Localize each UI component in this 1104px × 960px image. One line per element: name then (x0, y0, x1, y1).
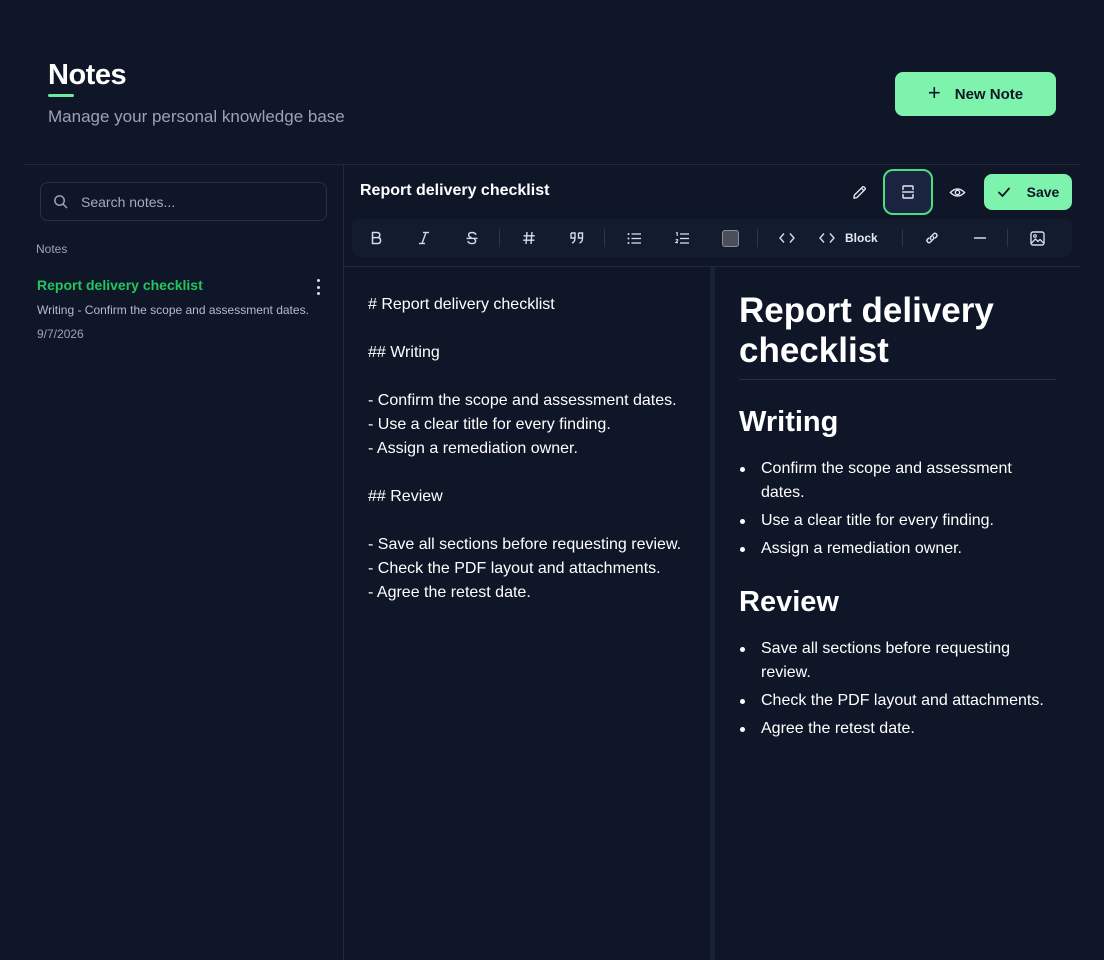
quote-button[interactable] (561, 223, 593, 253)
eye-icon (948, 187, 966, 197)
checkbox-icon (721, 229, 739, 247)
more-options-icon[interactable] (312, 279, 324, 295)
preview-list-item: Agree the retest date. (739, 717, 1059, 741)
note-editor: Report delivery checklist Save Block # R… (344, 165, 1080, 960)
inline-code-icon (779, 233, 795, 243)
page-subtitle: Manage your personal knowledge base (48, 107, 345, 126)
image-button[interactable] (1021, 223, 1053, 253)
toolbar-separator (757, 229, 758, 247)
code-block-icon (819, 233, 835, 243)
preview-list-item: Save all sections before requesting revi… (739, 637, 1059, 685)
horizontal-rule-icon (974, 237, 986, 239)
notes-sidebar: Notes Report delivery checklist Writing … (24, 165, 344, 960)
formatting-toolbar: Block (352, 219, 1072, 257)
bold-icon (371, 231, 382, 245)
notes-section-label: Notes (36, 242, 68, 256)
heading-button[interactable] (513, 223, 545, 253)
link-button[interactable] (916, 223, 948, 253)
preview-list-item: Assign a remediation owner. (739, 537, 1059, 561)
note-list-item[interactable]: Report delivery checklist Writing - Conf… (24, 269, 343, 349)
code-block-button[interactable]: Block (819, 223, 891, 253)
save-label: Save (1026, 184, 1060, 200)
save-button[interactable]: Save (984, 174, 1072, 210)
preview-list-item: Confirm the scope and assessment dates. (739, 457, 1059, 505)
split-view-button[interactable] (883, 169, 933, 215)
toolbar-separator (604, 229, 605, 247)
numbered-list-button[interactable] (666, 223, 698, 253)
plus-icon: + (927, 80, 941, 105)
strikethrough-button[interactable] (456, 223, 488, 253)
markdown-source-pane[interactable]: # Report delivery checklist ## Writing -… (344, 267, 710, 960)
check-icon (997, 187, 1010, 197)
search-box[interactable] (40, 182, 327, 221)
preview-list: Save all sections before requesting revi… (739, 637, 1059, 745)
preview-list: Confirm the scope and assessment dates. … (739, 457, 1059, 565)
split-view-icon (902, 185, 914, 199)
bold-button[interactable] (360, 223, 392, 253)
note-snippet: Writing - Confirm the scope and assessme… (37, 303, 309, 317)
markdown-source-text[interactable]: # Report delivery checklist ## Writing -… (368, 293, 698, 605)
markdown-preview-pane: Report delivery checklist Writing Confir… (715, 267, 1080, 960)
strikethrough-icon (466, 231, 478, 245)
notes-workspace: Notes Report delivery checklist Writing … (24, 164, 1080, 960)
pencil-icon (852, 185, 866, 199)
code-block-label: Block (845, 231, 878, 245)
link-icon (926, 232, 938, 244)
new-note-button[interactable]: + New Note (895, 72, 1056, 116)
title-underline (48, 94, 74, 97)
preview-heading-rule (739, 379, 1056, 380)
preview-list-item: Use a clear title for every finding. (739, 509, 1059, 533)
heading-icon (523, 231, 535, 245)
search-icon (53, 194, 69, 210)
toolbar-separator (1007, 229, 1008, 247)
image-icon (1029, 230, 1045, 246)
checkbox-button[interactable] (714, 223, 746, 253)
new-note-label: New Note (954, 85, 1024, 103)
edit-mode-button[interactable] (841, 174, 877, 210)
toolbar-separator (499, 229, 500, 247)
search-input[interactable] (81, 193, 311, 210)
bullet-list-icon (627, 232, 641, 244)
inline-code-button[interactable] (771, 223, 803, 253)
preview-heading-2: Writing (739, 406, 839, 438)
preview-mode-button[interactable] (939, 174, 975, 210)
toolbar-separator (902, 229, 903, 247)
numbered-list-icon (674, 231, 689, 244)
page-title: Notes (48, 59, 127, 91)
note-date: 9/7/2026 (37, 327, 84, 341)
preview-heading-1: Report delivery checklist (739, 291, 994, 370)
horizontal-rule-button[interactable] (964, 223, 996, 253)
note-title: Report delivery checklist (37, 277, 203, 293)
page-header: Notes Manage your personal knowledge bas… (48, 58, 345, 127)
quote-icon (570, 232, 584, 244)
italic-button[interactable] (408, 223, 440, 253)
editor-title: Report delivery checklist (360, 182, 550, 199)
bullet-list-button[interactable] (618, 223, 650, 253)
preview-list-item: Check the PDF layout and attachments. (739, 689, 1059, 713)
italic-icon (419, 231, 429, 245)
preview-heading-2: Review (739, 586, 839, 618)
